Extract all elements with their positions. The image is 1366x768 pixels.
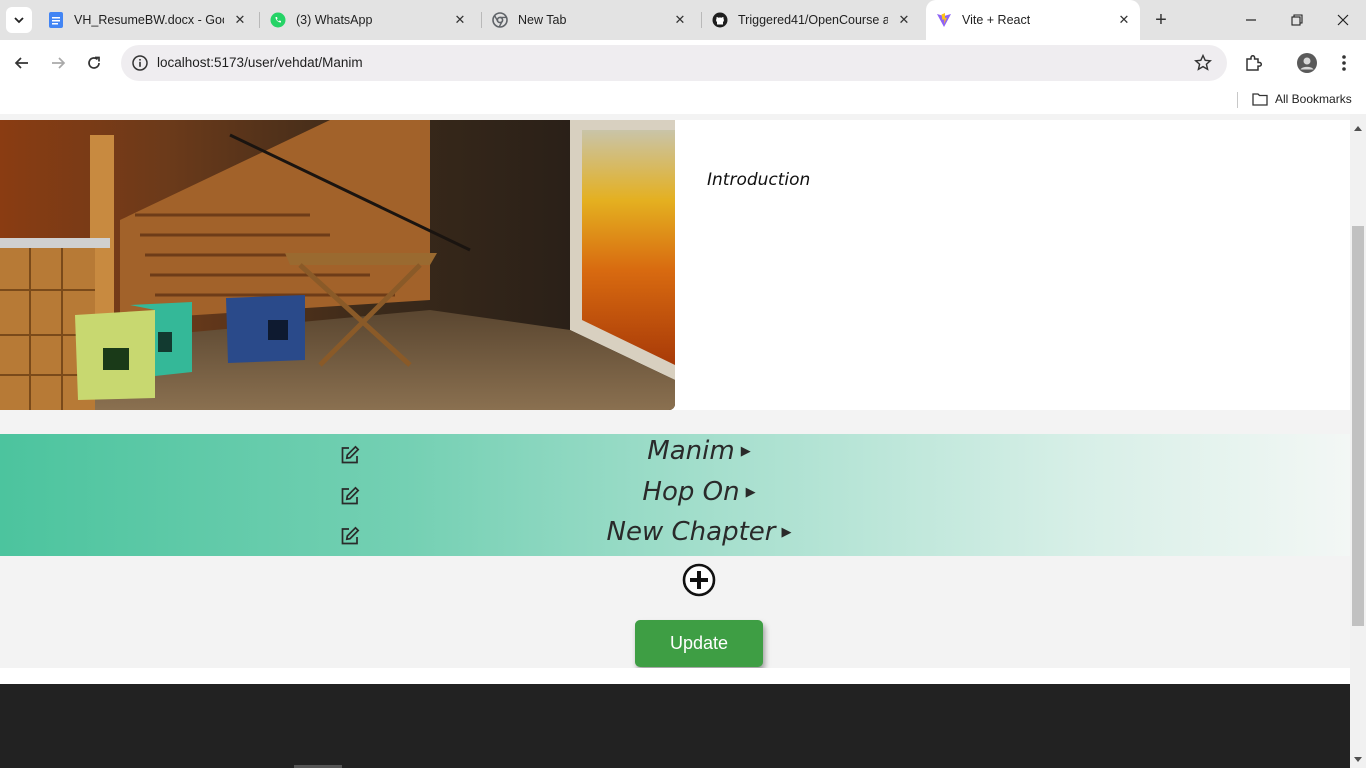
tab-title: Vite + React — [962, 13, 1031, 27]
github-icon — [712, 12, 728, 28]
close-icon[interactable]: ✕ — [896, 12, 912, 28]
page-viewport: Introduction Manim ▶ Hop On ▶ New Chapter ▶… — [0, 114, 1350, 768]
tab-title: (3) WhatsApp — [296, 13, 373, 27]
page-scrollbar[interactable] — [1350, 114, 1366, 768]
minimize-button[interactable] — [1241, 10, 1261, 30]
chevron-down-icon — [14, 17, 24, 24]
new-tab-button[interactable]: + — [1151, 10, 1171, 30]
all-bookmarks-label: All Bookmarks — [1275, 92, 1352, 106]
tab-title: Triggered41/OpenCourse at — [738, 13, 888, 27]
caret-right-icon: ▶ — [781, 525, 792, 540]
tab-new-tab[interactable]: New Tab ✕ — [492, 6, 688, 34]
tab-divider — [481, 12, 482, 28]
google-docs-icon — [48, 12, 64, 28]
restore-button[interactable] — [1287, 10, 1307, 30]
puzzle-icon — [1246, 54, 1263, 71]
window-close-button[interactable] — [1333, 10, 1353, 30]
tab-resume[interactable]: VH_ResumeBW.docx - Goog ✕ — [48, 6, 248, 34]
caret-right-icon: ▶ — [745, 485, 756, 500]
folder-icon — [1252, 93, 1268, 106]
chapter-title-text: Hop On — [642, 477, 740, 507]
close-icon[interactable]: ✕ — [1116, 12, 1132, 28]
tab-vite-react[interactable]: Vite + React ✕ — [926, 0, 1140, 40]
all-bookmarks-button[interactable]: All Bookmarks — [1252, 92, 1352, 106]
add-chapter-plus-icon[interactable] — [682, 563, 716, 597]
chapter-title[interactable]: New Chapter ▶ — [0, 517, 1350, 547]
browser-menu-button[interactable] — [1333, 52, 1355, 74]
scroll-down-icon[interactable] — [1354, 757, 1362, 762]
chapter-item[interactable]: New Chapter ▶ — [0, 515, 1350, 555]
page-gap — [0, 668, 1350, 684]
chapter-title[interactable]: Manim ▶ — [0, 436, 1350, 466]
course-header: Introduction — [0, 120, 1350, 410]
kebab-menu-icon — [1342, 55, 1346, 71]
avatar-icon — [1297, 53, 1317, 73]
scrollbar-thumb[interactable] — [1352, 226, 1364, 626]
minimize-icon — [1246, 19, 1256, 21]
tab-title: New Tab — [518, 13, 567, 27]
close-icon[interactable]: ✕ — [232, 12, 248, 28]
browser-toolbar: localhost:5173/user/vehdat/Manim — [0, 40, 1366, 86]
tab-github[interactable]: Triggered41/OpenCourse at ✕ — [712, 6, 912, 34]
page-footer — [0, 684, 1350, 768]
extensions-button[interactable] — [1243, 52, 1265, 74]
tab-whatsapp[interactable]: (3) WhatsApp ✕ — [270, 6, 468, 34]
room-render-image — [0, 120, 675, 410]
url-text[interactable]: localhost:5173/user/vehdat/Manim — [157, 55, 363, 70]
chapter-title[interactable]: Hop On ▶ — [0, 477, 1350, 507]
restore-icon — [1291, 14, 1303, 26]
close-icon[interactable]: ✕ — [452, 12, 468, 28]
profile-avatar[interactable] — [1296, 52, 1318, 74]
tab-divider — [701, 12, 702, 28]
chapter-item[interactable]: Manim ▶ — [0, 434, 1350, 474]
tab-divider — [259, 12, 260, 28]
scroll-up-icon[interactable] — [1354, 126, 1362, 131]
chapter-list: Manim ▶ Hop On ▶ New Chapter ▶ — [0, 434, 1350, 556]
chapter-title-text: Manim — [647, 436, 735, 466]
bookmarks-divider — [1237, 92, 1238, 108]
tab-title: VH_ResumeBW.docx - Goog — [74, 13, 224, 27]
arrow-left-icon — [14, 57, 28, 69]
vite-icon — [936, 12, 952, 28]
caret-right-icon: ▶ — [740, 444, 751, 459]
course-cover-image — [0, 120, 675, 410]
bookmark-star-icon[interactable] — [1193, 53, 1213, 73]
reload-icon — [88, 56, 100, 69]
course-description: Introduction — [707, 170, 811, 190]
address-bar[interactable]: localhost:5173/user/vehdat/Manim — [121, 45, 1227, 81]
close-icon — [1337, 14, 1349, 26]
chapter-title-text: New Chapter — [606, 517, 776, 547]
chapter-item[interactable]: Hop On ▶ — [0, 475, 1350, 515]
back-button[interactable] — [11, 52, 33, 74]
tab-search-button[interactable] — [6, 7, 32, 33]
site-info-icon[interactable] — [131, 54, 149, 72]
tab-strip: VH_ResumeBW.docx - Goog ✕ (3) WhatsApp ✕… — [0, 0, 1366, 40]
reload-button[interactable] — [83, 52, 105, 74]
arrow-right-icon — [52, 57, 66, 69]
close-icon[interactable]: ✕ — [672, 12, 688, 28]
chrome-icon — [492, 12, 508, 28]
bookmarks-bar: All Bookmarks — [0, 86, 1366, 114]
whatsapp-icon — [270, 12, 286, 28]
forward-button[interactable] — [47, 52, 69, 74]
update-button[interactable]: Update — [635, 620, 763, 667]
